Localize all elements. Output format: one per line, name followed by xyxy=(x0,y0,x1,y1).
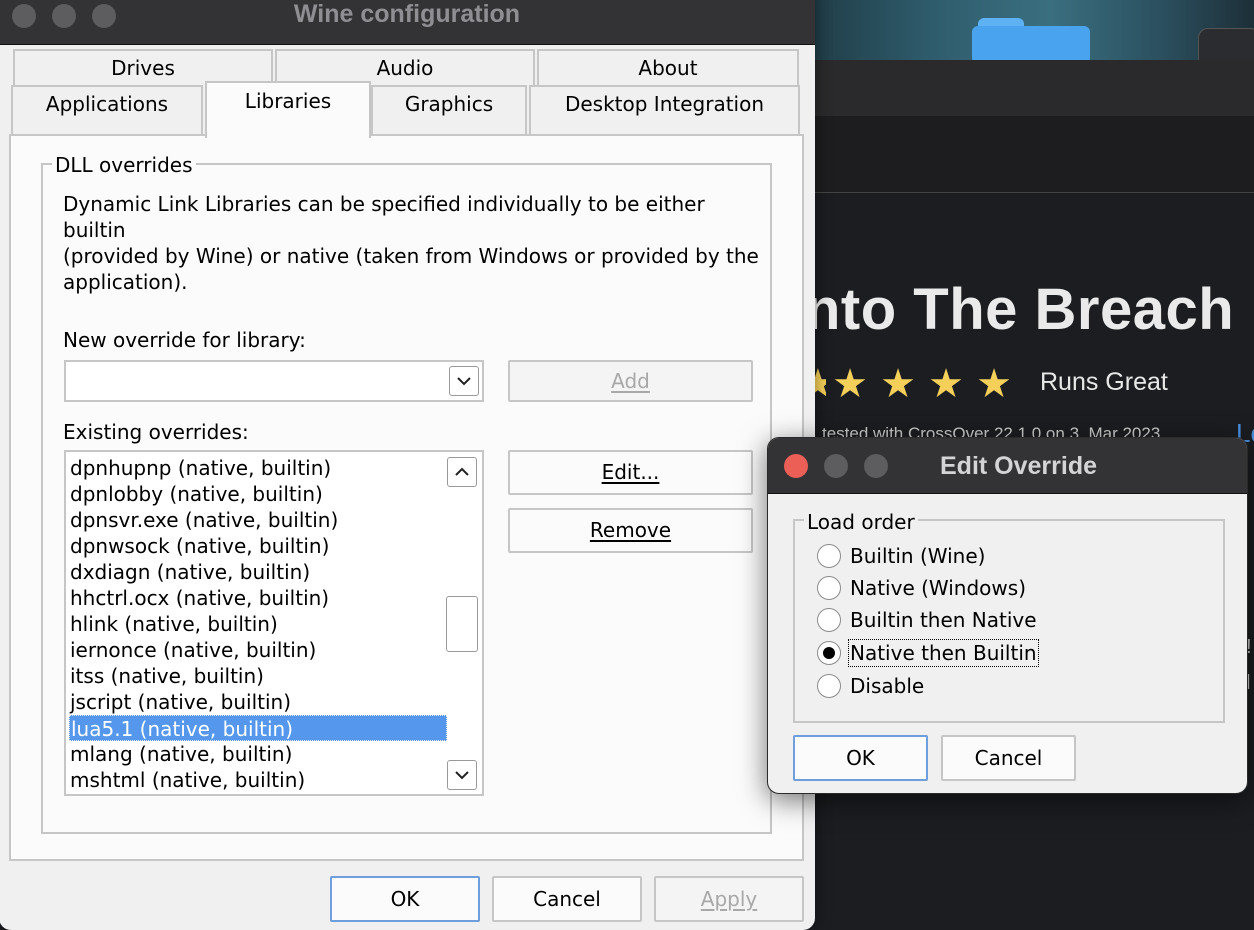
chevron-down-icon xyxy=(455,771,469,780)
new-override-label: New override for library: xyxy=(63,328,306,352)
list-item[interactable]: dpnhupnp (native, builtin) xyxy=(69,455,448,481)
dialog-title: Edit Override xyxy=(940,452,1097,480)
tab-drives[interactable]: Drives xyxy=(13,49,273,85)
tab-about[interactable]: About xyxy=(537,49,799,85)
radio-button-checked[interactable] xyxy=(817,641,841,665)
toolbar xyxy=(800,60,1254,117)
radio-button[interactable] xyxy=(817,576,841,600)
list-item[interactable]: hlink (native, builtin) xyxy=(69,611,448,637)
folder-icon[interactable] xyxy=(972,14,1090,64)
header-band xyxy=(800,116,1254,193)
dropdown-button[interactable] xyxy=(449,366,479,396)
radio-label: Native then Builtin xyxy=(848,639,1039,667)
title-bar: Wine configuration xyxy=(0,0,815,45)
description-line: Dynamic Link Libraries can be specified … xyxy=(63,192,705,242)
edit-button-label: Edit... xyxy=(601,460,660,484)
remove-button[interactable]: Remove xyxy=(508,508,753,553)
new-override-combobox[interactable] xyxy=(64,360,484,402)
list-item[interactable]: jscript (native, builtin) xyxy=(69,689,448,715)
apply-button-label: Apply xyxy=(700,887,758,911)
tab-desktop-integration[interactable]: Desktop Integration xyxy=(529,85,800,135)
list-item[interactable]: iernonce (native, builtin) xyxy=(69,637,448,663)
add-button[interactable]: Add xyxy=(508,360,753,402)
radio-dot-icon xyxy=(823,647,835,659)
description-line: (provided by Wine) or native (taken from… xyxy=(63,244,759,268)
star-icon: ★ xyxy=(976,361,1012,407)
list-item[interactable]: hhctrl.ocx (native, builtin) xyxy=(69,585,448,611)
dialog-title-bar: Edit Override xyxy=(768,438,1247,494)
rating-stars: ★ ★ ★ ★ ★ xyxy=(800,362,1018,406)
apply-button[interactable]: Apply xyxy=(654,876,804,922)
tab-libraries[interactable]: Libraries xyxy=(205,81,371,138)
radio-builtin-then-native[interactable]: Builtin then Native xyxy=(817,605,1037,635)
tab-applications[interactable]: Applications xyxy=(11,85,203,135)
star-icon: ★ xyxy=(832,361,868,407)
radio-disable[interactable]: Disable xyxy=(817,671,924,701)
chevron-up-icon xyxy=(455,467,469,476)
description: Dynamic Link Libraries can be specified … xyxy=(63,191,763,295)
edit-override-dialog: Edit Override Load order Builtin (Wine) … xyxy=(767,437,1248,794)
radio-label: Native (Windows) xyxy=(850,576,1026,600)
list-item[interactable]: mshtml (native, builtin) xyxy=(69,767,448,793)
radio-builtin-wine[interactable]: Builtin (Wine) xyxy=(817,541,985,571)
tab-audio[interactable]: Audio xyxy=(275,49,535,85)
scroll-down-button[interactable] xyxy=(447,760,477,790)
radio-native-then-builtin[interactable]: Native then Builtin xyxy=(817,638,1039,668)
remove-button-label: Remove xyxy=(589,518,672,542)
ok-button[interactable]: OK xyxy=(330,876,480,922)
tab-graphics[interactable]: Graphics xyxy=(371,85,527,135)
dialog-ok-button[interactable]: OK xyxy=(793,735,928,781)
radio-button[interactable] xyxy=(817,608,841,632)
star-icon: ★ xyxy=(880,361,916,407)
rating-label: Runs Great xyxy=(1040,368,1168,396)
radio-button[interactable] xyxy=(817,674,841,698)
cancel-button[interactable]: Cancel xyxy=(492,876,642,922)
list-item[interactable]: dpnlobby (native, builtin) xyxy=(69,481,448,507)
load-order-title: Load order xyxy=(804,510,918,534)
edit-button[interactable]: Edit... xyxy=(508,450,753,495)
radio-label: Builtin then Native xyxy=(850,608,1037,632)
list-item[interactable]: dpnwsock (native, builtin) xyxy=(69,533,448,559)
radio-native-windows[interactable]: Native (Windows) xyxy=(817,573,1026,603)
window-title: Wine configuration xyxy=(293,0,521,28)
radio-button[interactable] xyxy=(817,544,841,568)
radio-label: Disable xyxy=(850,674,925,698)
existing-overrides-label: Existing overrides: xyxy=(63,420,249,444)
vertical-scrollbar[interactable] xyxy=(446,454,480,792)
star-icon: ★ xyxy=(928,361,964,407)
existing-overrides-list[interactable]: dpnhupnp (native, builtin) dpnlobby (nat… xyxy=(64,450,484,796)
radio-label: Builtin (Wine) xyxy=(850,544,986,568)
add-button-label: Add xyxy=(611,369,650,393)
wine-configuration-window: Wine configuration Drives Audio About Ap… xyxy=(0,0,815,930)
description-line: application). xyxy=(63,270,188,294)
list-item[interactable]: itss (native, builtin) xyxy=(69,663,448,689)
list-item[interactable]: mlang (native, builtin) xyxy=(69,741,448,767)
scroll-up-button[interactable] xyxy=(447,457,477,487)
scroll-thumb[interactable] xyxy=(446,596,478,652)
dialog-cancel-button[interactable]: Cancel xyxy=(941,735,1076,781)
chevron-down-icon xyxy=(457,377,471,386)
list-item[interactable]: dpnsvr.exe (native, builtin) xyxy=(69,507,448,533)
game-title: nto The Breach xyxy=(805,277,1235,342)
list-item[interactable]: dxdiagn (native, builtin) xyxy=(69,559,448,585)
group-title: DLL overrides xyxy=(52,153,196,177)
list-item-selected[interactable]: lua5.1 (native, builtin) xyxy=(69,715,447,741)
